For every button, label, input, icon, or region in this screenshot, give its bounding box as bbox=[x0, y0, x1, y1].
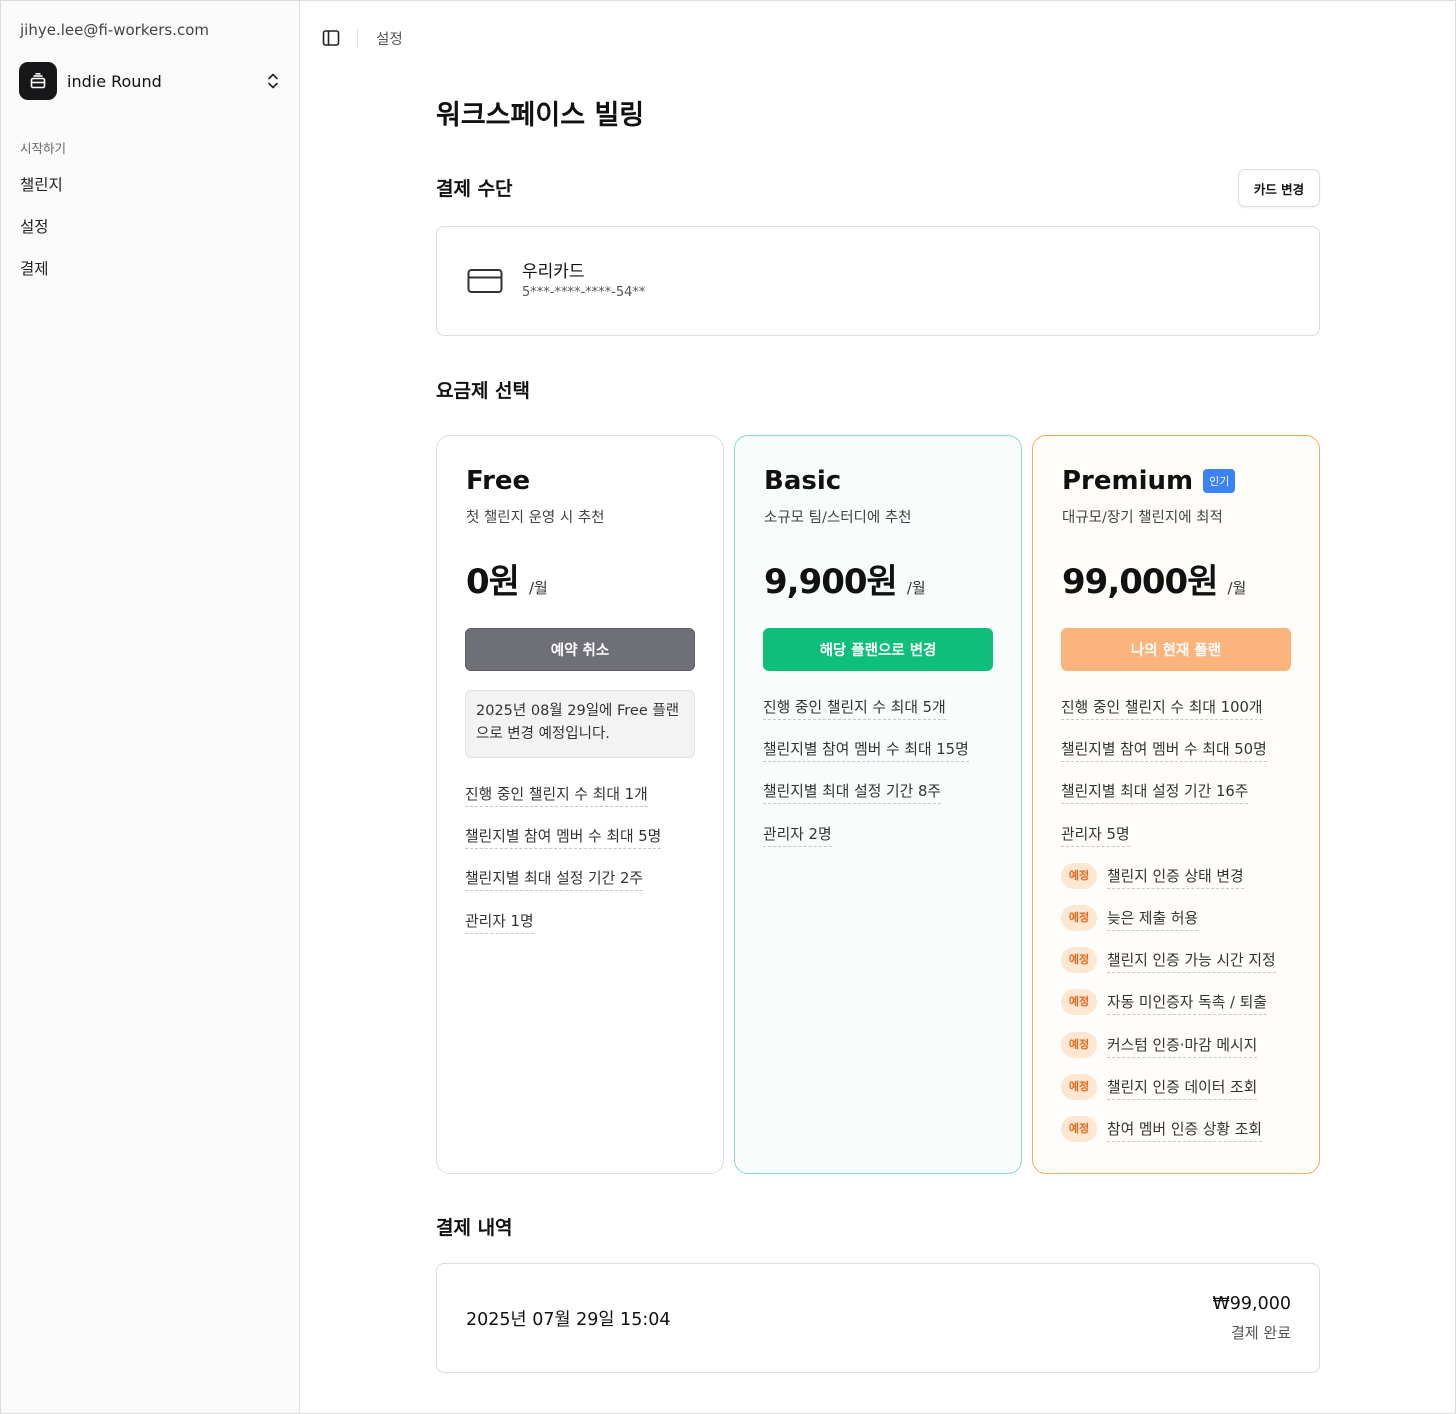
coming-soon-badge: 예정 bbox=[1061, 904, 1097, 931]
change-plan-button[interactable]: 해당 플랜으로 변경 bbox=[763, 628, 993, 671]
feature-list: 진행 중인 챌린지 수 최대 100개 챌린지별 참여 멤버 수 최대 50명 … bbox=[1061, 696, 1311, 1160]
sidebar: jihye.lee@fi-workers.com indie Round 시작하… bbox=[1, 1, 300, 1413]
feature-text[interactable]: 챌린지별 최대 설정 기간 16주 bbox=[1061, 780, 1249, 805]
payment-history-heading: 결제 내역 bbox=[436, 1217, 513, 1239]
feature-item: 예정 참여 멤버 인증 상황 조회 bbox=[1061, 1115, 1311, 1160]
feature-text[interactable]: 챌린지별 참여 멤버 수 최대 50명 bbox=[1061, 738, 1267, 763]
feature-text[interactable]: 관리자 2명 bbox=[763, 823, 832, 847]
workspace-name: indie Round bbox=[67, 71, 162, 91]
feature-item: 진행 중인 챌린지 수 최대 5개 bbox=[763, 696, 1013, 738]
payment-method-heading: 결제 수단 bbox=[436, 178, 513, 200]
feature-item: 진행 중인 챌린지 수 최대 1개 bbox=[465, 783, 715, 825]
feature-text[interactable]: 챌린지별 최대 설정 기간 2주 bbox=[465, 867, 643, 892]
feature-text[interactable]: 챌린지별 참여 멤버 수 최대 15명 bbox=[763, 738, 969, 763]
feature-item: 예정 챌린지 인증 데이터 조회 bbox=[1061, 1073, 1311, 1118]
feature-item: 관리자 1명 bbox=[465, 910, 715, 952]
feature-item: 챌린지별 최대 설정 기간 16주 bbox=[1061, 780, 1311, 822]
user-email: jihye.lee@fi-workers.com bbox=[20, 21, 209, 39]
plan-card-basic: Basic 소규모 팀/스터디에 추천 9,900원 /월 해당 플랜으로 변경… bbox=[734, 435, 1022, 1174]
price-amount: 0원 bbox=[466, 562, 520, 602]
feature-item: 챌린지별 참여 멤버 수 최대 15명 bbox=[763, 738, 1013, 780]
plan-card-premium: Premium 인기 대규모/장기 챌린지에 최적 99,000원 /월 나의 … bbox=[1032, 435, 1320, 1174]
plan-description: 소규모 팀/스터디에 추천 bbox=[764, 510, 912, 526]
plan-price: 0원 /월 bbox=[466, 554, 548, 603]
coming-soon-badge: 예정 bbox=[1061, 1115, 1097, 1142]
plan-card-free: Free 첫 챌린지 운영 시 추천 0원 /월 예약 취소 2025년 08월… bbox=[436, 435, 724, 1174]
payment-date: 2025년 07월 29일 15:04 bbox=[466, 1310, 671, 1330]
feature-item: 챌린지별 최대 설정 기간 8주 bbox=[763, 780, 1013, 822]
coming-soon-badge: 예정 bbox=[1061, 862, 1097, 889]
feature-text[interactable]: 진행 중인 챌린지 수 최대 100개 bbox=[1061, 696, 1263, 720]
plan-name: Basic bbox=[764, 466, 842, 496]
feature-item: 예정 자동 미인증자 독촉 / 퇴출 bbox=[1061, 989, 1311, 1033]
coming-soon-badge: 예정 bbox=[1061, 1031, 1097, 1058]
feature-text[interactable]: 늦은 제출 허용 bbox=[1107, 907, 1199, 931]
coming-soon-badge: 예정 bbox=[1061, 947, 1097, 974]
feature-text[interactable]: 챌린지 인증 상태 변경 bbox=[1107, 865, 1244, 889]
payment-history-item: 2025년 07월 29일 15:04 ₩99,000 결제 완료 bbox=[436, 1263, 1320, 1373]
feature-text[interactable]: 챌린지 인증 가능 시간 지정 bbox=[1107, 949, 1276, 974]
feature-item: 예정 커스텀 인증·마감 메시지 bbox=[1061, 1031, 1311, 1076]
price-unit: /월 bbox=[528, 579, 548, 597]
payment-amount: ₩99,000 bbox=[1212, 1294, 1291, 1314]
card-number: 5***-****-****-54** bbox=[522, 285, 646, 300]
feature-item: 관리자 5명 bbox=[1061, 823, 1311, 865]
sidebar-item-settings[interactable]: 설정 bbox=[20, 215, 49, 237]
plan-section-heading: 요금제 선택 bbox=[436, 380, 531, 402]
plan-price: 99,000원 /월 bbox=[1062, 554, 1246, 603]
price-amount: 99,000원 bbox=[1062, 562, 1218, 602]
feature-item: 예정 챌린지 인증 가능 시간 지정 bbox=[1061, 947, 1311, 991]
feature-text[interactable]: 자동 미인증자 독촉 / 퇴출 bbox=[1107, 991, 1267, 1016]
card-name: 우리카드 bbox=[522, 262, 585, 282]
credit-card-icon bbox=[467, 269, 503, 293]
sidebar-toggle-icon[interactable] bbox=[322, 29, 340, 47]
plan-change-notice: 2025년 08월 29일에 Free 플랜으로 변경 예정입니다. bbox=[465, 690, 695, 758]
feature-item: 진행 중인 챌린지 수 최대 100개 bbox=[1061, 696, 1311, 738]
coming-soon-badge: 예정 bbox=[1061, 989, 1097, 1016]
feature-text[interactable]: 진행 중인 챌린지 수 최대 1개 bbox=[465, 783, 648, 807]
feature-list: 진행 중인 챌린지 수 최대 1개 챌린지별 참여 멤버 수 최대 5명 챌린지… bbox=[465, 783, 715, 952]
price-unit: /월 bbox=[906, 579, 926, 597]
feature-text[interactable]: 관리자 1명 bbox=[465, 910, 534, 934]
payment-status: 결제 완료 bbox=[1231, 1324, 1291, 1342]
payment-card: 우리카드 5***-****-****-54** bbox=[436, 226, 1320, 336]
feature-item: 관리자 2명 bbox=[763, 823, 1013, 865]
plan-name: Premium bbox=[1062, 466, 1194, 496]
feature-text[interactable]: 참여 멤버 인증 상황 조회 bbox=[1107, 1118, 1262, 1142]
plan-description: 대규모/장기 챌린지에 최적 bbox=[1062, 510, 1223, 526]
workspace-logo-icon bbox=[19, 62, 57, 100]
feature-item: 챌린지별 참여 멤버 수 최대 5명 bbox=[465, 825, 715, 867]
breadcrumb: 설정 bbox=[376, 32, 403, 48]
feature-text[interactable]: 챌린지 인증 데이터 조회 bbox=[1107, 1076, 1258, 1100]
feature-text[interactable]: 챌린지별 최대 설정 기간 8주 bbox=[763, 780, 941, 805]
sidebar-item-billing[interactable]: 결제 bbox=[20, 257, 49, 279]
plan-price: 9,900원 /월 bbox=[764, 554, 926, 603]
feature-text[interactable]: 챌린지별 참여 멤버 수 최대 5명 bbox=[465, 825, 662, 850]
chevron-up-down-icon bbox=[268, 73, 278, 89]
sidebar-item-challenge[interactable]: 챌린지 bbox=[20, 173, 63, 195]
feature-item: 챌린지별 참여 멤버 수 최대 50명 bbox=[1061, 738, 1311, 780]
price-unit: /월 bbox=[1227, 579, 1247, 597]
plan-name-row: Premium 인기 bbox=[1062, 466, 1236, 496]
feature-text[interactable]: 커스텀 인증·마감 메시지 bbox=[1107, 1034, 1258, 1058]
popular-badge: 인기 bbox=[1203, 469, 1236, 493]
page-title: 워크스페이스 빌링 bbox=[436, 100, 645, 131]
feature-item: 예정 늦은 제출 허용 bbox=[1061, 904, 1311, 949]
feature-text[interactable]: 진행 중인 챌린지 수 최대 5개 bbox=[763, 696, 946, 720]
feature-item: 챌린지별 최대 설정 기간 2주 bbox=[465, 867, 715, 909]
feature-item: 예정 챌린지 인증 상태 변경 bbox=[1061, 862, 1311, 907]
feature-list: 진행 중인 챌린지 수 최대 5개 챌린지별 참여 멤버 수 최대 15명 챌린… bbox=[763, 696, 1013, 865]
coming-soon-badge: 예정 bbox=[1061, 1073, 1097, 1100]
plan-description: 첫 챌린지 운영 시 추천 bbox=[466, 510, 605, 526]
cancel-reservation-button[interactable]: 예약 취소 bbox=[465, 628, 695, 671]
price-amount: 9,900원 bbox=[764, 562, 898, 602]
current-plan-button[interactable]: 나의 현재 플랜 bbox=[1061, 628, 1291, 671]
workspace-switcher[interactable]: indie Round bbox=[19, 61, 285, 101]
plan-name: Free bbox=[466, 466, 531, 496]
change-card-button[interactable]: 카드 변경 bbox=[1238, 169, 1320, 207]
section-label: 시작하기 bbox=[20, 141, 67, 156]
feature-text[interactable]: 관리자 5명 bbox=[1061, 823, 1130, 847]
topbar-divider bbox=[357, 28, 358, 48]
